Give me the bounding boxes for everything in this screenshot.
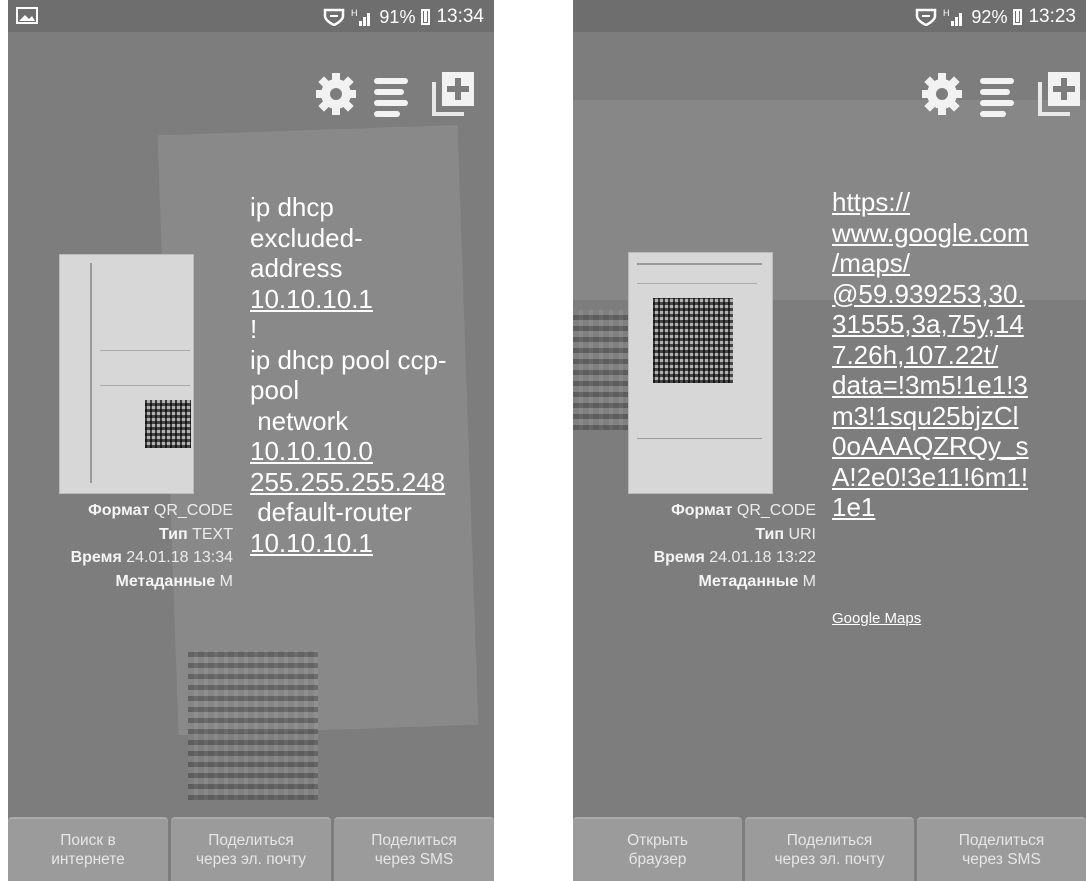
metadata-value: M xyxy=(219,572,233,590)
history-icon[interactable] xyxy=(372,70,416,118)
format-label: Формат xyxy=(671,502,733,519)
scan-metadata: Формат QR_CODE Тип TEXT Время 24.01.18 1… xyxy=(8,499,233,593)
content-line: excluded- xyxy=(250,222,363,253)
content-line: address xyxy=(250,253,343,283)
format-label: Формат xyxy=(88,502,150,519)
gear-icon[interactable] xyxy=(920,70,964,118)
content-line: network xyxy=(250,405,349,436)
toolbar xyxy=(314,70,474,118)
button-label: браузер xyxy=(628,851,687,868)
type-value: TEXT xyxy=(192,525,233,543)
button-label: интернете xyxy=(51,851,125,868)
url-line[interactable]: 1e1 xyxy=(832,492,1029,523)
time-label: Время xyxy=(653,549,705,566)
metadata-value: M xyxy=(802,572,816,590)
type-value: URI xyxy=(788,525,816,543)
add-shortcut-icon[interactable] xyxy=(430,70,474,118)
shield-icon xyxy=(324,8,345,26)
thumbnail-qr-code xyxy=(145,400,191,448)
share-email-button[interactable]: Поделиться через эл. почту xyxy=(171,817,331,881)
content-line: pool xyxy=(250,375,300,405)
thumbnail-qr-code xyxy=(653,298,733,383)
gear-icon[interactable] xyxy=(314,70,358,118)
url-line[interactable]: 0oAAAQZRQy_s xyxy=(832,431,1029,462)
battery-percent: 91% xyxy=(379,6,416,27)
web-search-button[interactable]: Поиск в интернете xyxy=(8,817,168,881)
button-label: Поделиться xyxy=(786,832,873,849)
content-line: ! xyxy=(250,314,258,344)
add-shortcut-icon[interactable] xyxy=(1036,70,1080,118)
url-line[interactable]: /maps/ xyxy=(832,248,1029,279)
button-label: Поделиться xyxy=(208,832,294,849)
right-phone-screen: H 92% 13:23 Формат QR_CODE Тип URI Время… xyxy=(573,0,1086,881)
url-line[interactable]: m3!1squ25bjzCl xyxy=(832,401,1029,432)
url-line[interactable]: 31555,3a,75y,14 xyxy=(832,309,1029,340)
content-line: ip dhcp xyxy=(250,192,334,222)
share-sms-button[interactable]: Поделиться через SMS xyxy=(917,817,1086,881)
status-bar: H 91% 13:34 xyxy=(8,0,494,32)
button-label: Поделиться xyxy=(958,832,1045,849)
toolbar xyxy=(920,70,1080,118)
action-buttons: Открыть браузер Поделиться через эл. почту… xyxy=(573,817,1086,881)
share-sms-button[interactable]: Поделиться через SMS xyxy=(334,817,494,881)
battery-percent: 92% xyxy=(971,6,1008,27)
time-value: 24.01.18 13:34 xyxy=(126,549,233,566)
scan-metadata: Формат QR_CODE Тип URI Время 24.01.18 13… xyxy=(586,499,816,593)
gallery-icon xyxy=(16,7,38,24)
url-line[interactable]: https:// xyxy=(832,187,1029,218)
content-link[interactable]: 10.10.10.1 xyxy=(250,528,447,559)
scan-thumbnail xyxy=(59,254,194,494)
time-label: Время xyxy=(70,549,122,566)
left-phone-screen: H 91% 13:34 Формат QR_CODE Тип TEXT Врем… xyxy=(8,0,494,881)
scan-thumbnail xyxy=(628,252,773,494)
url-line[interactable]: A!2e0!3e11!6m1! xyxy=(832,462,1029,493)
decoded-content: ip dhcp excluded- address 10.10.10.1 ! i… xyxy=(250,192,447,558)
signal-icon: H xyxy=(351,8,371,26)
battery-icon xyxy=(421,9,431,25)
action-buttons: Поиск в интернете Поделиться через эл. поч… xyxy=(8,817,494,881)
button-label: через эл. почту xyxy=(774,851,885,868)
link-caption[interactable]: Google Maps xyxy=(832,610,921,627)
button-label: Поделиться xyxy=(371,832,457,849)
type-label: Тип xyxy=(755,525,784,543)
signal-label: H xyxy=(351,8,358,18)
button-label: Открыть xyxy=(627,832,688,849)
url-line[interactable]: 7.26h,107.22t/ xyxy=(832,340,1029,371)
share-email-button[interactable]: Поделиться через эл. почту xyxy=(745,817,914,881)
button-label: Поиск в xyxy=(60,832,116,849)
button-label: через SMS xyxy=(374,851,454,868)
metadata-label: Метаданные xyxy=(115,572,216,590)
button-label: через эл. почту xyxy=(195,851,306,868)
content-line: ip dhcp pool ccp- xyxy=(250,344,447,375)
history-icon[interactable] xyxy=(978,70,1022,118)
shield-icon xyxy=(916,8,937,26)
status-bar: H 92% 13:23 xyxy=(573,0,1086,32)
url-line[interactable]: data=!3m5!1e1!3 xyxy=(832,370,1029,401)
format-value: QR_CODE xyxy=(153,502,233,519)
clock: 13:34 xyxy=(436,6,484,27)
url-line[interactable]: www.google.com xyxy=(832,218,1029,249)
format-value: QR_CODE xyxy=(736,502,816,519)
decoded-url[interactable]: https:// www.google.com /maps/ @59.93925… xyxy=(832,187,1029,523)
background-qr-code xyxy=(188,650,318,800)
content-link[interactable]: 10.10.10.1 xyxy=(250,284,447,315)
signal-label: H xyxy=(943,8,950,18)
background-qr-code xyxy=(573,310,628,430)
type-label: Тип xyxy=(158,525,188,543)
content-link[interactable]: 10.10.10.0 xyxy=(250,436,447,467)
content-link[interactable]: 255.255.255.248 xyxy=(250,467,447,498)
battery-icon xyxy=(1013,9,1023,25)
clock: 13:23 xyxy=(1028,6,1076,27)
signal-icon: H xyxy=(943,8,963,26)
content-line: default-router xyxy=(250,497,412,527)
open-browser-button[interactable]: Открыть браузер xyxy=(573,817,742,881)
url-line[interactable]: @59.939253,30. xyxy=(832,279,1029,310)
metadata-label: Метаданные xyxy=(698,572,799,590)
time-value: 24.01.18 13:22 xyxy=(709,549,816,566)
button-label: через SMS xyxy=(962,851,1041,868)
